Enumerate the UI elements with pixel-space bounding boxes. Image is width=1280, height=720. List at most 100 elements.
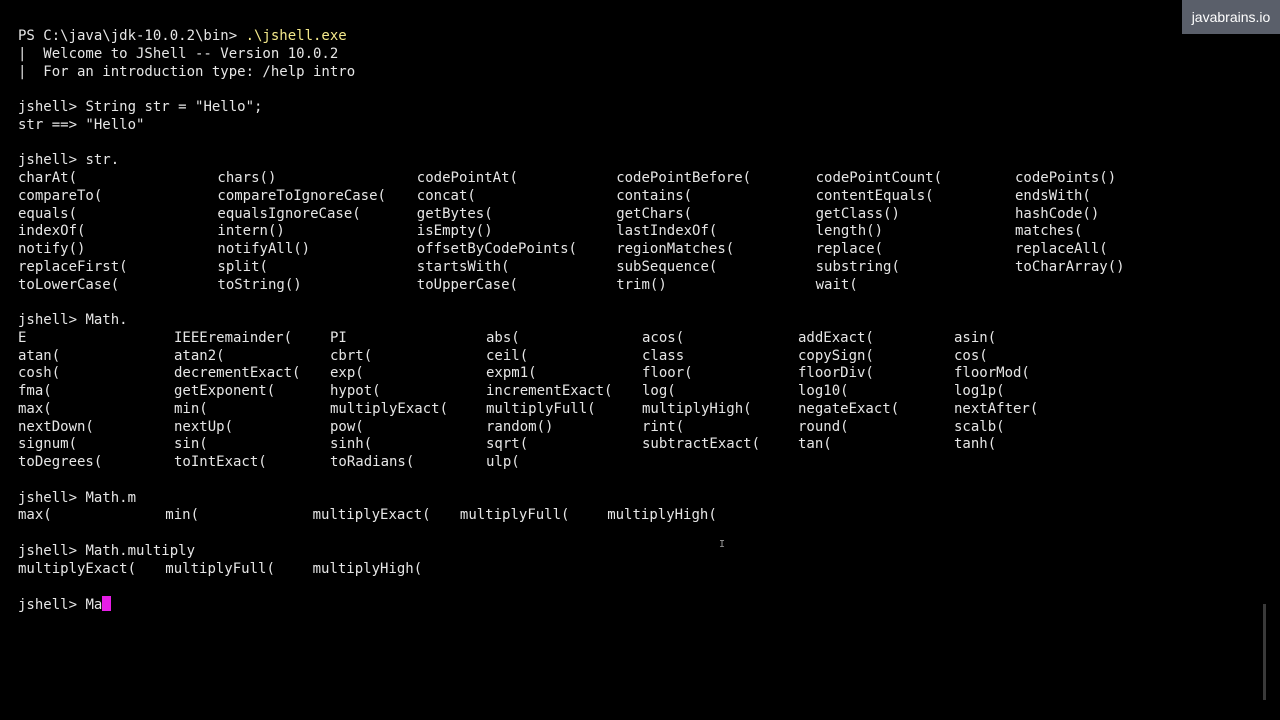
math-multiply-completion-list: multiplyExact(multiplyFull(multiplyHigh(: [18, 560, 422, 579]
completion-item: concat(: [416, 187, 476, 204]
completion-item: min(: [165, 507, 200, 524]
welcome-line-1: | Welcome to JShell -- Version 10.0.2: [18, 45, 339, 62]
completion-item: floorMod(: [954, 365, 1030, 382]
completion-item: matches(: [1015, 223, 1083, 240]
completion-item: E: [18, 329, 27, 346]
completion-item: cos(: [954, 347, 988, 364]
completion-item: replaceAll(: [1015, 241, 1108, 257]
watermark-logo: javabrains.io: [1182, 0, 1280, 34]
math-m-completion-list: max(min(multiplyExact(multiplyFull(multi…: [18, 507, 717, 525]
completion-item: multiplyHigh(: [312, 560, 423, 577]
completion-item: getChars(: [616, 205, 693, 222]
completion-item: contains(: [616, 187, 693, 204]
jshell-command-line: jshell> String str = "Hello";: [18, 99, 355, 117]
completion-item: getExponent(: [174, 383, 276, 399]
completion-row: multiplyExact(multiplyFull(multiplyHigh(: [18, 560, 422, 579]
completion-item: sin(: [174, 436, 208, 453]
completion-item: round(: [798, 418, 849, 435]
completion-item: tan(: [798, 436, 832, 453]
completion-item: isEmpty(): [416, 223, 493, 240]
ps-prompt-line: PS C:\java\jdk-10.0.2\bin> .\jshell.exe: [18, 28, 355, 46]
completion-item: startsWith(: [416, 258, 510, 275]
completion-item: chars(): [217, 170, 277, 186]
completion-item: codePointAt(: [416, 170, 518, 186]
jshell-current-input-line[interactable]: jshell> Ma: [18, 596, 355, 614]
completion-item: nextUp(: [174, 418, 234, 435]
current-input[interactable]: Ma: [85, 597, 102, 613]
jshell-prompt: jshell>: [18, 152, 86, 169]
text-cursor: [102, 596, 112, 611]
completion-item: nextDown(: [18, 418, 94, 435]
completion-item: replace(: [815, 241, 884, 257]
completion-row: replaceFirst(split(startsWith(subSequenc…: [18, 258, 1125, 277]
completion-item: signum(: [18, 436, 78, 453]
completion-item: substring(: [815, 258, 900, 275]
completion-item: toIntExact(: [174, 454, 267, 470]
completion-row: indexOf( intern() isEmpty() lastIndexOf( len…: [18, 223, 1082, 241]
jshell-command-line: jshell> str.: [18, 152, 355, 170]
completion-item: ceil(: [486, 347, 529, 364]
jshell-command-line: jshell> Math.: [18, 312, 355, 330]
completion-item: indexOf(: [18, 223, 86, 240]
completion-item: floorDiv(: [798, 365, 874, 382]
completion-item: hypot(: [330, 383, 381, 399]
completion-item: sinh(: [330, 436, 373, 453]
completion-item: notifyAll(): [217, 241, 311, 257]
completion-item: length(): [815, 223, 884, 240]
completion-item: toString(): [217, 276, 302, 293]
completion-row: equals(equalsIgnoreCase(getBytes(getChar…: [18, 206, 1099, 224]
completion-row: atan(atan2(cbrt(ceil(class copySign(cos(: [18, 348, 988, 366]
completion-item: log10(: [798, 383, 849, 399]
ps-command: .\jshell.exe: [245, 28, 347, 44]
completion-item: copySign(: [798, 347, 874, 364]
completion-item: incrementExact(: [486, 383, 613, 399]
jshell-prompt: jshell>: [18, 542, 86, 559]
completion-item: getClass(): [815, 205, 900, 222]
completion-item: ulp(: [486, 454, 520, 470]
str-completion-list: charAt(chars() codePointAt(codePointBefor…: [18, 170, 1125, 295]
completion-row: compareTo(compareToIgnoreCase(concat(con…: [18, 188, 1091, 206]
completion-item: multiplyFull(: [486, 400, 596, 417]
completion-item: min(: [174, 400, 208, 417]
completion-item: expm1(: [486, 365, 537, 382]
jshell-command: str.: [85, 152, 120, 169]
terminal-window[interactable]: PS C:\java\jdk-10.0.2\bin> .\jshell.exe …: [0, 0, 1280, 720]
completion-item: intern(): [217, 223, 285, 240]
completion-item: compareToIgnoreCase(: [217, 187, 386, 204]
scrollbar[interactable]: [1263, 604, 1266, 700]
completion-item: class: [642, 347, 685, 364]
completion-item: toLowerCase(: [18, 276, 120, 293]
completion-item: multiplyExact(: [330, 400, 449, 417]
jshell-prompt: jshell>: [18, 99, 86, 115]
completion-item: equalsIgnoreCase(: [217, 205, 361, 222]
completion-row: cosh(decrementExact(exp(expm1(floor(floo…: [18, 365, 1030, 383]
completion-item: multiplyFull(: [165, 560, 275, 577]
completion-row: notify() notifyAll() offsetByCodePoints(re…: [18, 241, 1108, 259]
completion-item: log(: [642, 383, 676, 399]
completion-item: toDegrees(: [18, 454, 103, 470]
completion-item: notify(): [18, 241, 86, 257]
completion-item: wait(: [815, 276, 858, 293]
completion-item: lastIndexOf(: [616, 223, 718, 240]
completion-item: sqrt(: [486, 436, 529, 453]
completion-item: rint(: [642, 418, 685, 435]
ps-prompt: PS C:\java\jdk-10.0.2\bin>: [18, 28, 246, 44]
completion-item: fma(: [18, 383, 52, 399]
completion-item: trim(): [616, 276, 667, 293]
completion-item: random(): [486, 418, 554, 435]
completion-item: asin(: [954, 329, 997, 346]
terminal-output: PS C:\java\jdk-10.0.2\bin> .\jshell.exe …: [18, 28, 1125, 614]
completion-item: tanh(: [954, 436, 997, 453]
completion-item: hashCode(): [1015, 205, 1100, 222]
completion-item: charAt(: [18, 170, 78, 186]
completion-row: toLowerCase(toString() toUpperCase(trim()…: [18, 276, 858, 295]
completion-item: split(: [217, 258, 268, 275]
completion-item: decrementExact(: [174, 365, 301, 382]
completion-item: toCharArray(): [1015, 258, 1125, 275]
completion-item: getBytes(: [416, 205, 493, 222]
completion-item: addExact(: [798, 329, 874, 346]
completion-item: toRadians(: [330, 454, 415, 470]
completion-item: acos(: [642, 329, 685, 346]
completion-item: multiplyExact(: [312, 507, 431, 524]
completion-item: multiplyHigh(: [607, 507, 717, 524]
